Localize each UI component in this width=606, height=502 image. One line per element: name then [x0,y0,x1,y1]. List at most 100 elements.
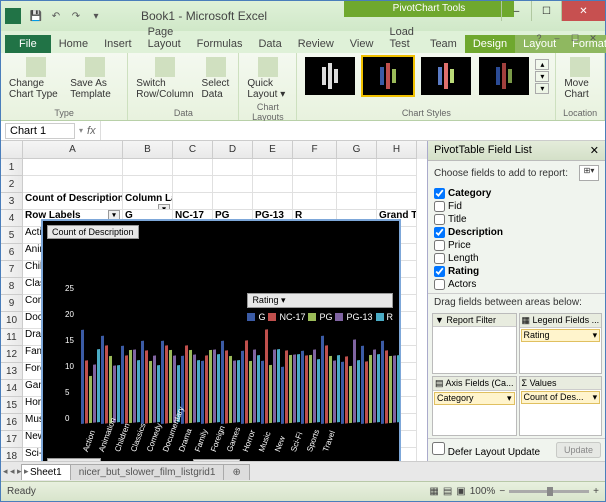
cell[interactable] [173,193,213,210]
update-button[interactable]: Update [556,442,601,458]
select-all-cell[interactable] [1,141,23,159]
qat-customize[interactable]: ▾ [87,7,105,25]
ribbon-help[interactable]: ? [531,33,547,47]
tab-data[interactable]: Data [250,35,289,53]
maximize-button[interactable]: ☐ [531,1,561,21]
tab-page-layout[interactable]: Page Layout [140,23,189,53]
fx-label[interactable]: fx [83,125,100,137]
legend-dropdown[interactable]: Rating ▾ [247,293,393,308]
cell[interactable]: Column Labels ▾ [123,193,173,210]
legend-item[interactable]: PG [308,312,332,322]
tab-design[interactable]: Design [465,35,515,53]
legend-field-item[interactable]: Rating▾ [521,329,601,342]
row-header[interactable]: 2 [1,176,23,193]
view-normal[interactable]: ▦ [429,486,438,497]
axis-field-item[interactable]: Category▾ [434,392,515,405]
field-fid[interactable]: Fid [434,200,599,213]
cell[interactable] [293,193,337,210]
legend-item[interactable]: R [376,312,394,322]
area-legend-fields[interactable]: ▦ Legend Fields ... Rating▾ [519,313,603,374]
chart-title-box[interactable]: Count of Description [47,225,139,239]
cell[interactable] [123,159,173,176]
col-header[interactable]: G [337,141,377,159]
change-chart-type-button[interactable]: Change Chart Type [7,55,64,102]
values-field-item[interactable]: Count of Des...▾ [521,391,601,404]
row-header[interactable]: 1 [1,159,23,176]
field-category[interactable]: Category [434,187,599,200]
field-list-close[interactable]: ✕ [590,144,599,157]
styles-scroll-up[interactable]: ▴ [535,59,549,70]
cell[interactable] [173,176,213,193]
name-box[interactable]: Chart 1 [5,123,75,139]
cell[interactable] [213,193,253,210]
chart-style-4[interactable] [479,57,529,95]
field-rating[interactable]: Rating [434,265,599,278]
minimize-button[interactable]: – [501,1,531,21]
cell[interactable] [23,159,123,176]
cell[interactable]: Count of Description [23,193,123,210]
row-header[interactable]: 13 [1,363,23,380]
tab-view[interactable]: View [342,35,382,53]
row-header[interactable]: 10 [1,312,23,329]
pivot-chart[interactable]: Count of Description 0510152025 ActionAn… [41,219,401,461]
chart-style-1[interactable] [305,57,355,95]
new-sheet-tab[interactable]: ⊕ [223,464,249,480]
mdi-restore[interactable]: ☐ [567,33,583,47]
cell[interactable] [377,176,417,193]
zoom-in[interactable]: + [593,486,599,497]
select-data-button[interactable]: Select Data [200,55,233,102]
cell[interactable] [293,176,337,193]
cell[interactable] [377,159,417,176]
switch-row-col-button[interactable]: Switch Row/Column [134,55,195,102]
field-description[interactable]: Description [434,226,599,239]
zoom-level[interactable]: 100% [470,486,496,497]
styles-more[interactable]: ▾ [535,83,549,94]
cell[interactable] [173,159,213,176]
col-header[interactable]: F [293,141,337,159]
area-axis-fields[interactable]: ▤ Axis Fields (Ca... Category▾ [432,376,517,437]
tab-load-test[interactable]: Load Test [381,23,421,53]
field-length[interactable]: Length [434,252,599,265]
mdi-close[interactable]: ✕ [585,33,601,47]
cell[interactable] [123,176,173,193]
tab-insert[interactable]: Insert [96,35,140,53]
col-header[interactable]: H [377,141,417,159]
tab-review[interactable]: Review [290,35,342,53]
field-price[interactable]: Price [434,239,599,252]
legend-item[interactable]: NC-17 [268,312,305,322]
row-header[interactable]: 15 [1,397,23,414]
file-tab[interactable]: File [5,35,51,53]
close-button[interactable]: ✕ [561,1,605,21]
row-header[interactable]: 16 [1,414,23,431]
row-header[interactable]: 17 [1,431,23,448]
row-header[interactable]: 11 [1,329,23,346]
save-as-template-button[interactable]: Save As Template [68,55,121,102]
area-values[interactable]: Σ Values Count of Des...▾ [519,376,603,437]
zoom-slider[interactable] [509,490,589,493]
cell[interactable] [337,176,377,193]
cell[interactable] [253,193,293,210]
cell[interactable] [253,159,293,176]
cell[interactable] [337,193,377,210]
save-button[interactable]: 💾 [27,7,45,25]
sheet-tab-2[interactable]: nicer_but_slower_film_listgrid1 [70,464,225,480]
legend-item[interactable]: G [247,312,265,322]
row-header[interactable]: 7 [1,261,23,278]
cell[interactable] [293,159,337,176]
row-header[interactable]: 8 [1,278,23,295]
zoom-out[interactable]: − [499,486,505,497]
row-header[interactable]: 3 [1,193,23,210]
area-report-filter[interactable]: ▼ Report Filter [432,313,517,374]
col-header[interactable]: A [23,141,123,159]
view-page-layout[interactable]: ▤ [443,486,452,497]
row-header[interactable]: 6 [1,244,23,261]
redo-button[interactable]: ↷ [67,7,85,25]
cell[interactable] [253,176,293,193]
field-actors[interactable]: Actors [434,278,599,291]
cell[interactable] [337,159,377,176]
row-header[interactable]: 4 [1,210,23,227]
cell[interactable] [213,176,253,193]
row-header[interactable]: 12 [1,346,23,363]
field-list-layout-button[interactable]: ⊞▾ [579,165,599,181]
cell[interactable] [23,176,123,193]
